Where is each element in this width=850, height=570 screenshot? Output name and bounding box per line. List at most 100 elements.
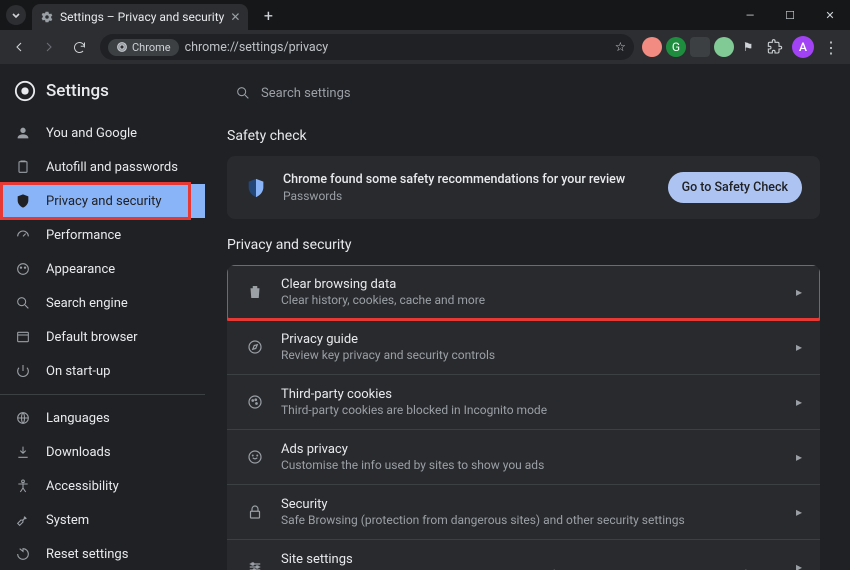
speedometer-icon (14, 226, 32, 244)
power-icon (14, 362, 32, 380)
extensions-button[interactable] (762, 34, 788, 60)
sidebar-item-downloads[interactable]: Downloads (0, 435, 205, 469)
close-tab-button[interactable]: ✕ (230, 10, 240, 24)
sidebar-item-performance[interactable]: Performance (0, 218, 205, 252)
row-security[interactable]: Security Safe Browsing (protection from … (227, 485, 820, 540)
chevron-right-icon: ▸ (796, 450, 802, 464)
row-title: Site settings (281, 552, 780, 567)
privacy-list: Clear browsing data Clear history, cooki… (227, 265, 820, 570)
reset-icon (14, 545, 32, 563)
sidebar-item-appearance[interactable]: Appearance (0, 252, 205, 286)
sidebar-item-default-browser[interactable]: Default browser (0, 320, 205, 354)
extension-icon-1[interactable] (642, 37, 662, 57)
sidebar-item-label: Search engine (46, 296, 128, 311)
sidebar-item-privacy-security[interactable]: Privacy and security (0, 184, 205, 218)
row-title: Security (281, 497, 780, 512)
reload-button[interactable] (66, 34, 92, 60)
sidebar-item-label: Downloads (46, 445, 111, 460)
brand-title: Settings (46, 81, 109, 101)
sidebar-item-you-and-google[interactable]: You and Google (0, 116, 205, 150)
toolbar: Chrome chrome://settings/privacy ☆ G ⚑ A… (0, 30, 850, 64)
window-controls: — ☐ ✕ (730, 0, 850, 30)
sidebar-item-search-engine[interactable]: Search engine (0, 286, 205, 320)
compass-icon (245, 337, 265, 357)
sidebar-item-label: On start-up (46, 364, 110, 379)
section-title-privacy: Privacy and security (227, 237, 820, 253)
sidebar-item-label: Performance (46, 228, 121, 243)
search-icon (14, 294, 32, 312)
shield-check-icon (245, 177, 267, 199)
settings-main: Search settings Safety check Chrome foun… (205, 64, 850, 570)
extension-icon-5[interactable]: ⚑ (738, 37, 758, 57)
sidebar-item-label: Languages (46, 411, 110, 426)
sidebar-item-label: You and Google (46, 126, 137, 141)
go-to-safety-check-button[interactable]: Go to Safety Check (668, 172, 802, 203)
sidebar-item-label: Default browser (46, 330, 138, 345)
chevron-right-icon: ▸ (796, 560, 802, 570)
sidebar-item-reset[interactable]: Reset settings (0, 537, 205, 570)
menu-button[interactable]: ⋮ (818, 34, 844, 60)
row-privacy-guide[interactable]: Privacy guide Review key privacy and sec… (227, 320, 820, 375)
sidebar-item-languages[interactable]: Languages (0, 401, 205, 435)
person-icon (14, 124, 32, 142)
row-title: Third-party cookies (281, 387, 780, 402)
browser-tab[interactable]: Settings – Privacy and security ✕ (32, 4, 248, 30)
chrome-icon (14, 80, 36, 102)
forward-button[interactable] (36, 34, 62, 60)
clipboard-icon (14, 158, 32, 176)
search-icon (235, 85, 251, 101)
chip-label: Chrome (132, 41, 171, 54)
sidebar-item-label: Autofill and passwords (46, 160, 178, 175)
title-bar: Settings – Privacy and security ✕ + — ☐ … (0, 0, 850, 30)
row-title: Privacy guide (281, 332, 780, 347)
chevron-right-icon: ▸ (796, 285, 802, 299)
bookmark-star-icon[interactable]: ☆ (615, 39, 626, 55)
minimize-button[interactable]: — (730, 0, 770, 30)
search-placeholder: Search settings (261, 86, 351, 101)
sidebar-item-autofill[interactable]: Autofill and passwords (0, 150, 205, 184)
chevron-right-icon: ▸ (796, 340, 802, 354)
row-sub: Review key privacy and security controls (281, 348, 780, 362)
accessibility-icon (14, 477, 32, 495)
maximize-button[interactable]: ☐ (770, 0, 810, 30)
new-tab-button[interactable]: + (256, 3, 280, 27)
sidebar-separator (0, 394, 205, 395)
profile-avatar[interactable]: A (792, 36, 814, 58)
site-chip[interactable]: Chrome (108, 39, 179, 56)
sidebar-item-label: Privacy and security (46, 194, 162, 209)
address-bar[interactable]: Chrome chrome://settings/privacy ☆ (100, 34, 634, 60)
row-sub: Safe Browsing (protection from dangerous… (281, 513, 780, 527)
row-title: Clear browsing data (281, 277, 780, 292)
sliders-icon (245, 557, 265, 570)
chevron-right-icon: ▸ (796, 505, 802, 519)
safety-check-card: Chrome found some safety recommendations… (227, 156, 820, 219)
globe-icon (14, 409, 32, 427)
settings-brand: Settings (0, 76, 205, 116)
row-clear-browsing-data[interactable]: Clear browsing data Clear history, cooki… (227, 265, 820, 320)
sidebar-item-startup[interactable]: On start-up (0, 354, 205, 388)
url-text: chrome://settings/privacy (185, 40, 329, 55)
tab-dropdown-button[interactable] (6, 5, 26, 25)
shield-icon (14, 192, 32, 210)
sidebar-item-accessibility[interactable]: Accessibility (0, 469, 205, 503)
row-title: Ads privacy (281, 442, 780, 457)
safety-card-sub: Passwords (283, 189, 652, 203)
row-site-settings[interactable]: Site settings Controls what information … (227, 540, 820, 570)
ads-icon (245, 447, 265, 467)
extension-icon-4[interactable] (714, 37, 734, 57)
sidebar-item-system[interactable]: System (0, 503, 205, 537)
trash-icon (245, 282, 265, 302)
sidebar-item-label: Accessibility (46, 479, 119, 494)
extension-icon-2[interactable]: G (666, 37, 686, 57)
extension-icon-3[interactable] (690, 37, 710, 57)
row-sub: Third-party cookies are blocked in Incog… (281, 403, 780, 417)
gear-icon (40, 10, 54, 24)
back-button[interactable] (6, 34, 32, 60)
lock-icon (245, 502, 265, 522)
chevron-right-icon: ▸ (796, 395, 802, 409)
search-settings-input[interactable]: Search settings (227, 74, 727, 112)
palette-icon (14, 260, 32, 278)
row-third-party-cookies[interactable]: Third-party cookies Third-party cookies … (227, 375, 820, 430)
close-window-button[interactable]: ✕ (810, 0, 850, 30)
row-ads-privacy[interactable]: Ads privacy Customise the info used by s… (227, 430, 820, 485)
